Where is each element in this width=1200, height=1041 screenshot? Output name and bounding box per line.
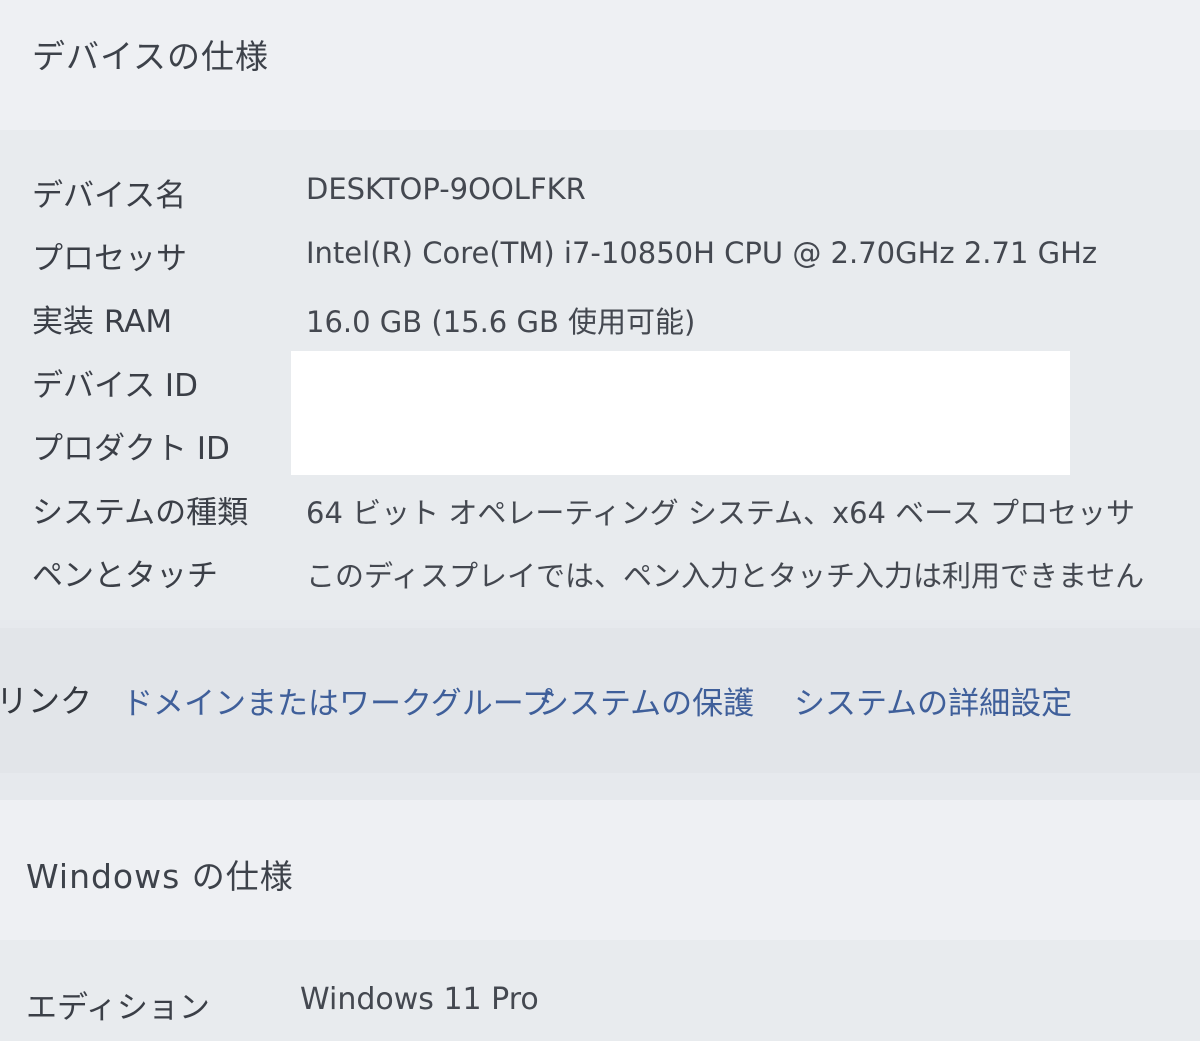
advanced-system-settings-link[interactable]: システムの詳細設定	[794, 678, 1072, 723]
pen-touch-label: ペンとタッチ	[32, 558, 218, 594]
related-links-bar: リンク ドメインまたはワークグループ システムの保護 システムの詳細設定	[0, 628, 1200, 773]
system-about-page: デバイスの仕様 デバイス名 DESKTOP-9OOLFKR プロセッサ Inte…	[0, 0, 1200, 1041]
ram-label: 実装 RAM	[32, 304, 173, 340]
spec-row-system-type: システムの種類 64 ビット オペレーティング システム、x64 ベース プロセ…	[0, 487, 1200, 547]
processor-value: Intel(R) Core(TM) i7-10850H CPU @ 2.70GH…	[306, 236, 1098, 270]
ram-value: 16.0 GB (15.6 GB 使用可能)	[306, 305, 696, 339]
processor-label: プロセッサ	[32, 241, 187, 277]
edition-label: エディション	[26, 990, 210, 1026]
spec-row-processor: プロセッサ Intel(R) Core(TM) i7-10850H CPU @ …	[0, 233, 1200, 293]
windows-spec-body: エディション Windows 11 Pro	[0, 940, 1200, 1041]
windows-spec-title: Windows の仕様	[26, 857, 294, 896]
pen-touch-value: このディスプレイでは、ペン入力とタッチ入力は利用できません	[306, 559, 1145, 593]
device-name-label: デバイス名	[32, 178, 187, 214]
domain-workgroup-link[interactable]: ドメインまたはワークグループ	[122, 678, 553, 723]
redaction-box	[291, 351, 1070, 475]
device-spec-header[interactable]: デバイスの仕様	[0, 0, 1200, 130]
product-id-label: プロダクト ID	[32, 431, 230, 467]
device-id-label: デバイス ID	[32, 368, 198, 404]
system-type-value: 64 ビット オペレーティング システム、x64 ベース プロセッサ	[306, 496, 1135, 530]
edition-value: Windows 11 Pro	[300, 982, 539, 1017]
related-links-heading: リンク	[0, 682, 93, 720]
windows-spec-header[interactable]: Windows の仕様	[0, 800, 1200, 940]
spec-row-device-name: デバイス名 DESKTOP-9OOLFKR	[0, 170, 1200, 230]
system-protection-link[interactable]: システムの保護	[538, 678, 754, 723]
device-name-value: DESKTOP-9OOLFKR	[306, 172, 586, 206]
spec-row-ram: 実装 RAM 16.0 GB (15.6 GB 使用可能)	[0, 296, 1200, 356]
device-spec-title: デバイスの仕様	[32, 37, 270, 76]
system-type-label: システムの種類	[32, 495, 249, 531]
spec-row-pen-touch: ペンとタッチ このディスプレイでは、ペン入力とタッチ入力は利用できません	[0, 550, 1200, 610]
